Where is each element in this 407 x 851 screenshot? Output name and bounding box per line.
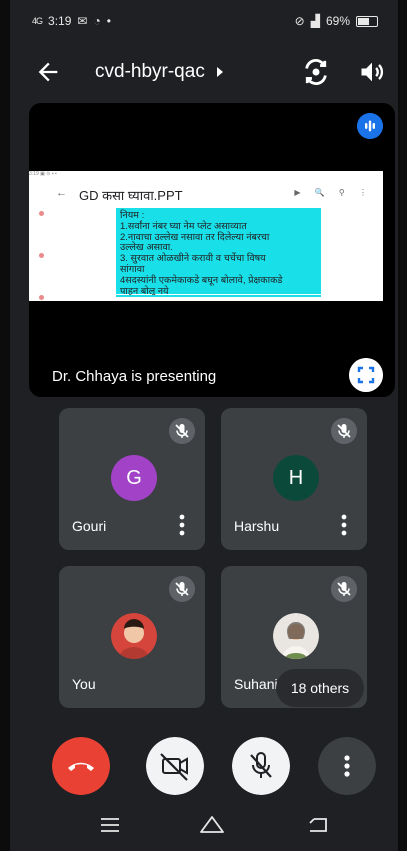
home-icon[interactable]	[198, 813, 226, 835]
system-nav-bar	[10, 800, 398, 851]
presentation-tile[interactable]: 3:19 ▣ ⊙ ▪ • ← GD कसा घ्यावा.PPT ▶ 🔍 ⚲ ⋮…	[29, 103, 395, 397]
presenter-label: Dr. Chhaya is presenting	[52, 368, 217, 385]
slide-thumbnail-marker	[39, 253, 44, 258]
speaker-icon[interactable]	[358, 58, 386, 86]
clock: 3:19	[48, 14, 72, 28]
participant-name: Gouri	[72, 518, 107, 534]
mic-toggle-button[interactable]	[232, 737, 290, 795]
slide-divider	[116, 295, 321, 297]
meeting-title[interactable]: cvd-hbyr-qac	[95, 61, 225, 83]
recents-icon[interactable]	[98, 816, 122, 834]
avatar-photo	[273, 613, 319, 659]
mic-off-icon	[169, 576, 195, 602]
slide-line: 1.सर्वांना नंबर घ्या नेम प्लेट असाव्यात	[120, 220, 247, 232]
participant-name: You	[72, 676, 96, 692]
participant-tile[interactable]: G Gouri	[59, 408, 205, 550]
camera-toggle-button[interactable]	[146, 737, 204, 795]
network-type-icon: 4G	[32, 16, 43, 26]
participant-name: Harshu	[234, 518, 280, 534]
fullscreen-icon[interactable]	[349, 358, 383, 392]
whatsapp-icon: ◔	[93, 14, 101, 28]
battery-icon	[356, 15, 378, 27]
camera-flip-icon[interactable]	[302, 58, 330, 86]
mute-ring-icon: ⊘	[294, 14, 305, 28]
others-count-pill[interactable]: 18 others	[276, 669, 364, 707]
participant-tile[interactable]: H Harshu	[221, 408, 367, 550]
mic-off-icon	[169, 418, 195, 444]
back-nav-icon[interactable]	[306, 815, 330, 835]
more-vert-icon[interactable]	[341, 514, 347, 536]
slide-thumbnail-marker	[39, 295, 44, 300]
slide-status-bar: 3:19 ▣ ⊙ ▪ •	[29, 171, 57, 177]
end-call-button[interactable]	[52, 737, 110, 795]
avatar: G	[111, 455, 157, 501]
meet-screen: 4G 3:19 ✉ ◔ • ⊘ ▟ 69% cvd-hbyr-qac 3:19 …	[10, 0, 398, 851]
back-arrow-icon[interactable]	[34, 58, 62, 86]
participant-name: Suhani	[234, 676, 278, 692]
battery-fill	[358, 17, 369, 25]
status-bar: 4G 3:19 ✉ ◔ • ⊘ ▟ 69%	[10, 0, 398, 40]
battery-text: 69%	[325, 14, 350, 28]
chevron-right-icon	[216, 67, 223, 77]
notification-dot-icon: •	[106, 14, 111, 28]
meeting-code: cvd-hbyr-qac	[95, 61, 205, 82]
message-icon: ✉	[77, 14, 88, 28]
mic-off-icon	[331, 576, 357, 602]
audio-activity-icon	[357, 113, 383, 139]
mic-off-icon	[331, 418, 357, 444]
more-vert-icon[interactable]	[179, 514, 185, 536]
signal-icon: ▟	[310, 14, 320, 28]
participant-tile-self[interactable]: You	[59, 566, 205, 708]
slide-line: 4सदस्यांनी एकमेकाकडे बघून बोलावे, प्रेक्…	[120, 274, 283, 286]
avatar: H	[273, 455, 319, 501]
slide-title: GD कसा घ्यावा.PPT	[79, 188, 183, 203]
slide-line: 3. सुरवात ओळखीने करावी व चर्चेचा विषय	[120, 253, 266, 265]
avatar-photo	[111, 613, 157, 659]
shared-slide: 3:19 ▣ ⊙ ▪ • ← GD कसा घ्यावा.PPT ▶ 🔍 ⚲ ⋮…	[29, 171, 383, 301]
app-bar: cvd-hbyr-qac	[10, 50, 398, 94]
more-options-button[interactable]	[318, 737, 376, 795]
slide-thumbnail-marker	[39, 211, 44, 216]
slide-content-box: नियम : 1.सर्वांना नंबर घ्या नेम प्लेट अस…	[116, 208, 321, 296]
slide-toolbar-icons: ▶ 🔍 ⚲ ⋮	[294, 188, 373, 197]
slide-back-icon: ←	[56, 187, 67, 199]
